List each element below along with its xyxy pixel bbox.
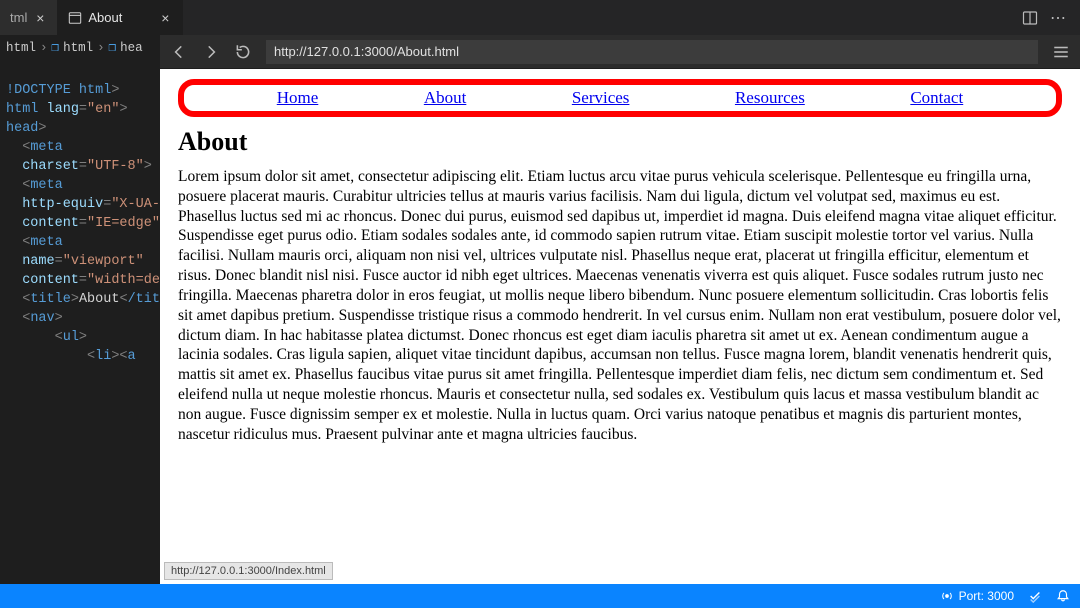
editor-tab-preview[interactable]: About × bbox=[58, 0, 183, 35]
reload-icon[interactable] bbox=[234, 43, 252, 61]
page-title: About bbox=[178, 127, 1062, 157]
forward-icon[interactable] bbox=[202, 43, 220, 61]
editor-tab-preview-label: About bbox=[88, 10, 122, 25]
status-bar: Port: 3000 bbox=[0, 584, 1080, 608]
nav-link-contact[interactable]: Contact bbox=[910, 88, 963, 108]
preview-icon bbox=[68, 11, 82, 25]
close-icon[interactable]: × bbox=[33, 11, 47, 25]
check-icon bbox=[1028, 589, 1042, 603]
cube-icon: ❒ bbox=[109, 39, 117, 58]
nav-link-resources[interactable]: Resources bbox=[735, 88, 805, 108]
bell-icon bbox=[1056, 589, 1070, 603]
hover-url-tooltip: http://127.0.0.1:3000/Index.html bbox=[164, 562, 333, 580]
chevron-right-icon: › bbox=[40, 39, 48, 58]
editor-actions: ⋯ bbox=[1008, 0, 1080, 35]
tab-strip: tml × About × ⋯ bbox=[0, 0, 1080, 35]
back-icon[interactable] bbox=[170, 43, 188, 61]
preview-toolbar bbox=[160, 35, 1080, 69]
more-icon[interactable]: ⋯ bbox=[1050, 10, 1066, 26]
prettier-status[interactable] bbox=[1028, 589, 1042, 603]
nav-box-highlight: Home About Services Resources Contact bbox=[178, 79, 1062, 117]
editor-tab-left-label: tml bbox=[10, 10, 27, 25]
nav-link-about[interactable]: About bbox=[424, 88, 467, 108]
editor-tab-left[interactable]: tml × bbox=[0, 0, 58, 35]
split-editor-icon[interactable] bbox=[1022, 10, 1038, 26]
rendered-page: Home About Services Resources Contact Ab… bbox=[160, 69, 1080, 584]
breadcrumb-item[interactable]: hea bbox=[120, 39, 143, 58]
breadcrumb-item[interactable]: html bbox=[63, 39, 93, 58]
port-label: Port: 3000 bbox=[959, 589, 1014, 603]
page-body-text: Lorem ipsum dolor sit amet, consectetur … bbox=[178, 167, 1062, 445]
nav-link-home[interactable]: Home bbox=[277, 88, 319, 108]
address-bar[interactable] bbox=[266, 40, 1038, 64]
code-body[interactable]: !DOCTYPE html> html lang="en"> head> <me… bbox=[0, 62, 160, 385]
notifications[interactable] bbox=[1056, 589, 1070, 603]
breadcrumb[interactable]: html › ❒ html › ❒ hea bbox=[0, 35, 160, 62]
nav-link-services[interactable]: Services bbox=[572, 88, 630, 108]
broadcast-status[interactable]: Port: 3000 bbox=[940, 589, 1014, 603]
chevron-right-icon: › bbox=[97, 39, 105, 58]
hamburger-icon[interactable] bbox=[1052, 43, 1070, 61]
cube-icon: ❒ bbox=[52, 39, 60, 58]
browser-preview: Home About Services Resources Contact Ab… bbox=[160, 35, 1080, 584]
code-editor[interactable]: html › ❒ html › ❒ hea !DOCTYPE html> htm… bbox=[0, 35, 160, 584]
close-icon[interactable]: × bbox=[158, 11, 172, 25]
broadcast-icon bbox=[940, 589, 954, 603]
breadcrumb-item[interactable]: html bbox=[6, 39, 36, 58]
